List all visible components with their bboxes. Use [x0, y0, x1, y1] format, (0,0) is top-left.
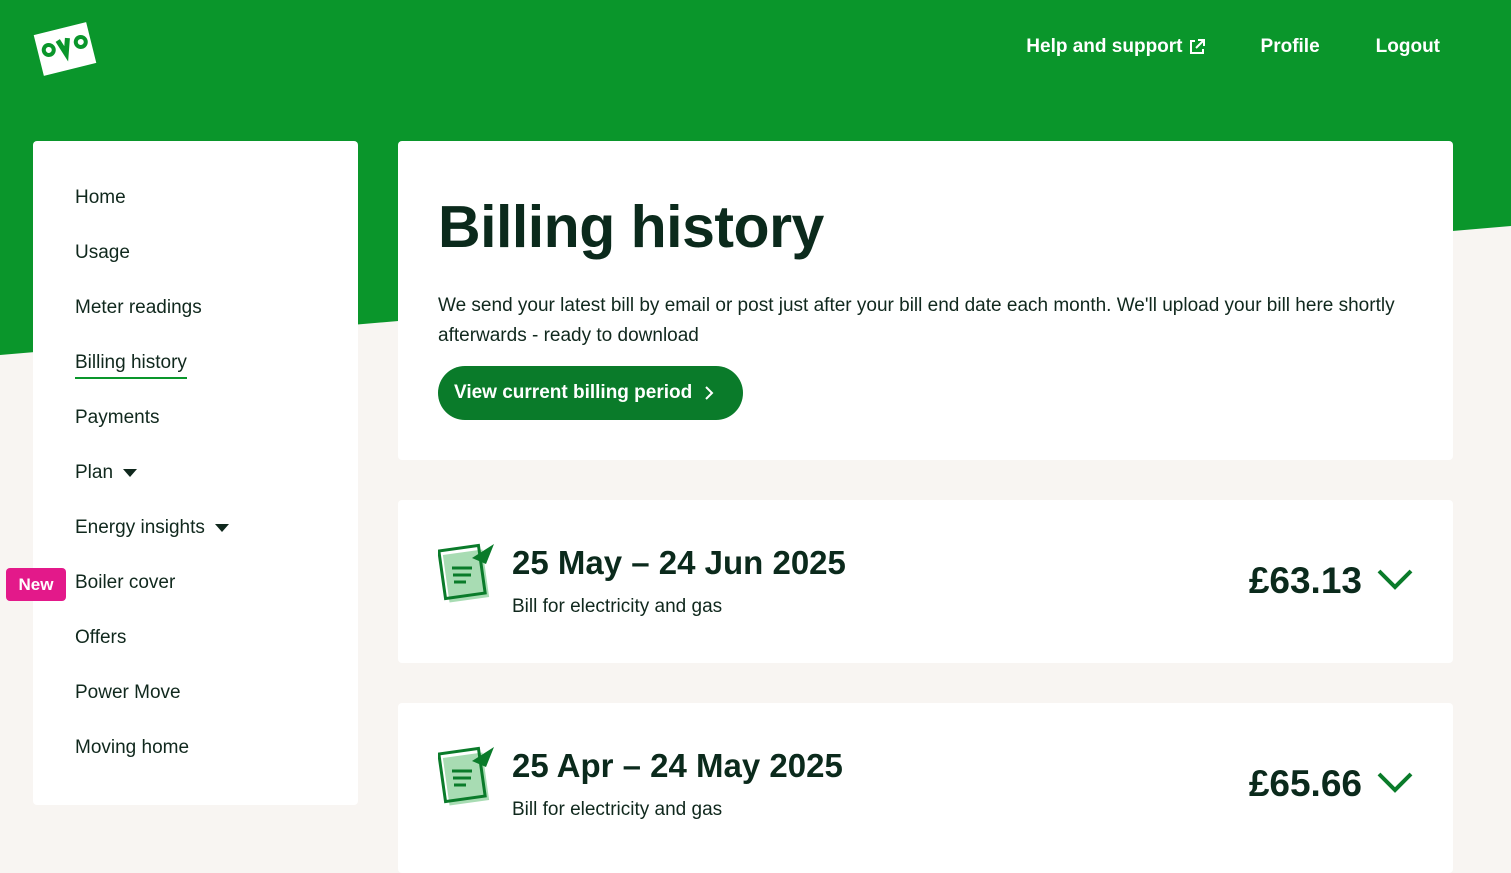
help-and-support-link[interactable]: Help and support — [1026, 36, 1205, 58]
external-link-icon — [1189, 39, 1205, 54]
profile-link[interactable]: Profile — [1261, 36, 1320, 58]
chevron-right-icon — [705, 386, 714, 400]
bill-document-icon — [438, 543, 494, 603]
sidebar-item-energy-insights[interactable]: Energy insights — [75, 515, 229, 570]
cta-label: View current billing period — [454, 382, 693, 403]
page-title: Billing history — [438, 194, 824, 260]
sidebar-item-usage[interactable]: Usage — [75, 240, 229, 295]
site-header: Help and support Profile Logout — [0, 0, 1511, 100]
new-badge: New — [6, 568, 66, 601]
billing-intro-card: Billing history We send your latest bill… — [398, 141, 1453, 460]
bill-row[interactable]: 25 May – 24 Jun 2025 Bill for electricit… — [398, 500, 1453, 663]
sidebar-item-plan[interactable]: Plan — [75, 460, 229, 515]
sidebar-item-home[interactable]: Home — [75, 185, 229, 240]
sidebar-item-moving-home[interactable]: Moving home — [75, 735, 229, 790]
logout-link[interactable]: Logout — [1376, 36, 1440, 58]
top-nav: Help and support Profile Logout — [970, 36, 1440, 58]
sidebar-item-boiler-cover[interactable]: Boiler cover — [75, 570, 229, 625]
bill-document-icon — [438, 746, 494, 806]
help-and-support-label: Help and support — [1026, 36, 1183, 57]
bill-description: Bill for electricity and gas — [512, 596, 723, 617]
bill-amount: £65.66 — [1248, 763, 1362, 804]
sidebar-item-offers[interactable]: Offers — [75, 625, 229, 680]
sidebar-item-meter-readings[interactable]: Meter readings — [75, 295, 229, 350]
bill-amount: £63.13 — [1248, 560, 1362, 601]
caret-down-icon — [123, 469, 138, 477]
sidebar-item-power-move[interactable]: Power Move — [75, 680, 229, 735]
intro-text: We send your latest bill by email or pos… — [438, 295, 1395, 346]
ovo-logo[interactable] — [32, 16, 98, 82]
bill-description: Bill for electricity and gas — [512, 799, 723, 820]
chevron-down-icon[interactable] — [1375, 566, 1415, 592]
chevron-down-icon[interactable] — [1375, 769, 1415, 795]
caret-down-icon — [214, 524, 229, 532]
bill-period: 25 Apr – 24 May 2025 — [512, 747, 843, 784]
sidebar-item-payments[interactable]: Payments — [75, 405, 229, 460]
sidebar-item-billing-history[interactable]: Billing history — [75, 350, 229, 405]
view-current-billing-period-button[interactable]: View current billing period — [438, 366, 743, 420]
sidebar-nav: Home Usage Meter readings Billing histor… — [33, 141, 358, 805]
bill-period: 25 May – 24 Jun 2025 — [512, 544, 846, 581]
